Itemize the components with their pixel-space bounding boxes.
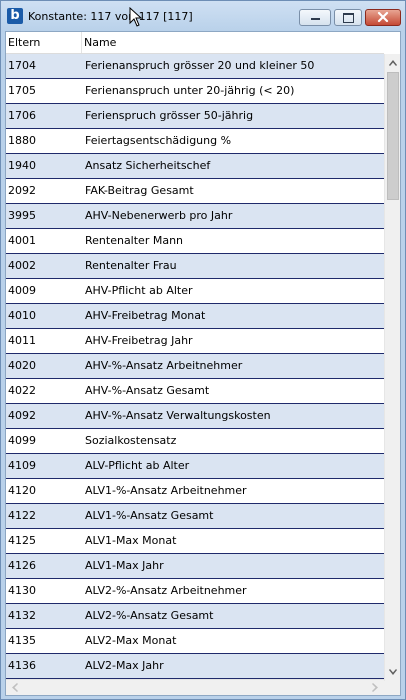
table-row[interactable]: 4011 AHV-Freibetrag Jahr bbox=[6, 329, 384, 354]
scroll-down-arrow-icon[interactable] bbox=[385, 664, 401, 681]
table-row[interactable]: 4009 AHV-Pflicht ab Alter bbox=[6, 279, 384, 304]
horizontal-scrollbar[interactable] bbox=[6, 679, 384, 695]
cell-eltern: 4120 bbox=[8, 484, 36, 497]
cell-name: Ferienanspruch grösser 20 und kleiner 50 bbox=[85, 59, 315, 72]
column-header-eltern[interactable]: Eltern bbox=[6, 32, 82, 53]
cell-eltern: 4001 bbox=[8, 234, 36, 247]
cell-eltern: 4135 bbox=[8, 634, 36, 647]
cell-eltern: 4022 bbox=[8, 384, 36, 397]
cell-name: ALV2-Max Monat bbox=[85, 634, 177, 647]
cell-name: ALV1-%-Ansatz Gesamt bbox=[85, 509, 214, 522]
cell-eltern: 4136 bbox=[8, 659, 36, 672]
close-icon bbox=[377, 11, 389, 23]
table-row[interactable]: 4010 AHV-Freibetrag Monat bbox=[6, 304, 384, 329]
cell-eltern: 4130 bbox=[8, 584, 36, 597]
cell-eltern: 4010 bbox=[8, 309, 36, 322]
minimize-button[interactable] bbox=[299, 9, 331, 26]
cell-name: ALV2-%-Ansatz Arbeitnehmer bbox=[85, 584, 247, 597]
column-header-name[interactable]: Name bbox=[82, 32, 384, 53]
minimize-icon bbox=[311, 18, 320, 20]
cell-name: Ansatz Sicherheitschef bbox=[85, 159, 211, 172]
table-row[interactable]: 1940 Ansatz Sicherheitschef bbox=[6, 154, 384, 179]
cell-eltern: 4009 bbox=[8, 284, 36, 297]
cell-name: ALV-Pflicht ab Alter bbox=[85, 459, 190, 472]
cell-name: ALV1-%-Ansatz Arbeitnehmer bbox=[85, 484, 247, 497]
cell-name: ALV1-Max Monat bbox=[85, 534, 177, 547]
cell-eltern: 4109 bbox=[8, 459, 36, 472]
cell-eltern: 4092 bbox=[8, 409, 36, 422]
app-logo: b bbox=[7, 8, 23, 24]
table-row[interactable]: 4130 ALV2-%-Ansatz Arbeitnehmer bbox=[6, 579, 384, 604]
table-row[interactable]: 4126 ALV1-Max Jahr bbox=[6, 554, 384, 579]
cell-eltern: 4002 bbox=[8, 259, 36, 272]
cell-eltern: 1880 bbox=[8, 134, 36, 147]
cell-eltern: 1706 bbox=[8, 109, 36, 122]
table-row[interactable]: 4125 ALV1-Max Monat bbox=[6, 529, 384, 554]
cell-name: AHV-Freibetrag Monat bbox=[85, 309, 206, 322]
cell-name: AHV-Freibetrag Jahr bbox=[85, 334, 193, 347]
cell-name: ALV2-%-Ansatz Gesamt bbox=[85, 609, 214, 622]
table-row[interactable]: 1704 Ferienanspruch grösser 20 und kleine… bbox=[6, 54, 384, 79]
table-row[interactable]: 1880 Feiertagsentschädigung % bbox=[6, 129, 384, 154]
cell-eltern: 1705 bbox=[8, 84, 36, 97]
window-title: Konstante: 117 von 117 [117] bbox=[28, 10, 193, 23]
cell-eltern: 2092 bbox=[8, 184, 36, 197]
cell-name: AHV-Pflicht ab Alter bbox=[85, 284, 193, 297]
scroll-right-arrow-icon[interactable] bbox=[367, 680, 384, 695]
table-row[interactable]: 4022 AHV-%-Ansatz Gesamt bbox=[6, 379, 384, 404]
cell-name: Sozialkostensatz bbox=[85, 434, 177, 447]
scrollbar-corner bbox=[384, 681, 400, 695]
cell-name: Rentenalter Mann bbox=[85, 234, 184, 247]
table-row[interactable]: 3995 AHV-Nebenerwerb pro Jahr bbox=[6, 204, 384, 229]
cell-eltern: 4122 bbox=[8, 509, 36, 522]
cell-name: AHV-%-Ansatz Gesamt bbox=[85, 384, 210, 397]
table-row[interactable]: 1706 Ferienspruch grösser 50-jährig bbox=[6, 104, 384, 129]
cell-eltern: 3995 bbox=[8, 209, 36, 222]
table-row[interactable]: 4020 AHV-%-Ansatz Arbeitnehmer bbox=[6, 354, 384, 379]
mouse-cursor-icon bbox=[129, 7, 143, 27]
close-button[interactable] bbox=[365, 9, 401, 26]
table-row[interactable]: 2092 FAK-Beitrag Gesamt bbox=[6, 179, 384, 204]
table-view: Eltern Name 1704 Ferienanspruch grösser 2… bbox=[5, 31, 401, 696]
scroll-left-arrow-icon[interactable] bbox=[6, 680, 23, 695]
table-header: Eltern Name bbox=[6, 32, 384, 54]
table-row[interactable]: 4001 Rentenalter Mann bbox=[6, 229, 384, 254]
cell-name: AHV-Nebenerwerb pro Jahr bbox=[85, 209, 233, 222]
cell-eltern: 4132 bbox=[8, 609, 36, 622]
cell-name: Ferienspruch grösser 50-jährig bbox=[85, 109, 254, 122]
cell-name: AHV-%-Ansatz Arbeitnehmer bbox=[85, 359, 243, 372]
table-row[interactable]: 4120 ALV1-%-Ansatz Arbeitnehmer bbox=[6, 479, 384, 504]
table-row[interactable]: 4099 Sozialkostensatz bbox=[6, 429, 384, 454]
cell-name: ALV1-Max Jahr bbox=[85, 559, 164, 572]
vertical-scrollbar[interactable] bbox=[384, 54, 400, 681]
title-bar[interactable]: b Konstante: 117 von 117 [117] bbox=[1, 1, 405, 31]
cell-name: Feiertagsentschädigung % bbox=[85, 134, 232, 147]
cell-name: ALV2-Max Jahr bbox=[85, 659, 164, 672]
table-row[interactable]: 4135 ALV2-Max Monat bbox=[6, 629, 384, 654]
cell-eltern: 1704 bbox=[8, 59, 36, 72]
table-row[interactable]: 4136 ALV2-Max Jahr bbox=[6, 654, 384, 679]
cell-name: Ferienanspruch unter 20-jährig (< 20) bbox=[85, 84, 295, 97]
table-body: 1704 Ferienanspruch grösser 20 und kleine… bbox=[6, 54, 384, 679]
cell-eltern: 4011 bbox=[8, 334, 36, 347]
cell-eltern: 1940 bbox=[8, 159, 36, 172]
cell-name: Rentenalter Frau bbox=[85, 259, 177, 272]
cell-eltern: 4126 bbox=[8, 559, 36, 572]
app-window: b Konstante: 117 von 117 [117] Eltern Na… bbox=[0, 0, 406, 700]
cell-eltern: 4125 bbox=[8, 534, 36, 547]
table-row[interactable]: 4122 ALV1-%-Ansatz Gesamt bbox=[6, 504, 384, 529]
table-row[interactable]: 4132 ALV2-%-Ansatz Gesamt bbox=[6, 604, 384, 629]
cell-name: AHV-%-Ansatz Verwaltungskosten bbox=[85, 409, 271, 422]
table-row[interactable]: 4092 AHV-%-Ansatz Verwaltungskosten bbox=[6, 404, 384, 429]
table-row[interactable]: 4109 ALV-Pflicht ab Alter bbox=[6, 454, 384, 479]
cell-eltern: 4020 bbox=[8, 359, 36, 372]
maximize-button[interactable] bbox=[334, 9, 362, 26]
table-row[interactable]: 4002 Rentenalter Frau bbox=[6, 254, 384, 279]
cell-name: FAK-Beitrag Gesamt bbox=[85, 184, 194, 197]
maximize-icon bbox=[343, 13, 354, 23]
cell-eltern: 4099 bbox=[8, 434, 36, 447]
vertical-scroll-thumb[interactable] bbox=[387, 72, 399, 200]
scroll-up-arrow-icon[interactable] bbox=[385, 54, 401, 71]
table-row[interactable]: 1705 Ferienanspruch unter 20-jährig (< 20… bbox=[6, 79, 384, 104]
